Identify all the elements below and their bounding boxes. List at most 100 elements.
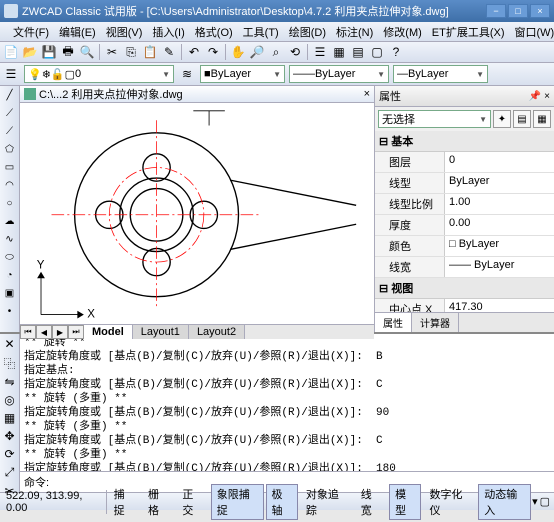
design-center-icon[interactable]: ▦	[330, 43, 348, 61]
prop-lineweight[interactable]: —— ByLayer	[445, 257, 554, 277]
color-combo[interactable]: ■ ByLayer▼	[200, 65, 285, 83]
grid-toggle[interactable]: 栅格	[142, 484, 174, 520]
copy-obj-icon[interactable]: ⿻	[1, 354, 19, 372]
command-history[interactable]: ** 旋转 ** 指定旋转角度或 [基点(B)/复制(C)/放弃(U)/参照(R…	[20, 334, 554, 471]
layer-combo[interactable]: 💡❄🔓▢ 0▼	[24, 65, 174, 83]
menu-draw[interactable]: 绘图(D)	[284, 22, 331, 42]
undo-icon[interactable]: ↶	[185, 43, 203, 61]
menu-format[interactable]: 格式(O)	[190, 22, 238, 42]
prop-linetype[interactable]: ByLayer	[445, 173, 554, 193]
menu-et[interactable]: ET扩展工具(X)	[427, 22, 510, 42]
pline-icon[interactable]: ⟋	[2, 123, 18, 139]
copy-icon[interactable]: ⎘	[122, 43, 140, 61]
canvas[interactable]: X Y	[20, 103, 374, 324]
tab-last[interactable]: ⏭	[68, 325, 84, 339]
line-icon[interactable]: ╱	[2, 87, 18, 103]
paste-icon[interactable]: 📋	[141, 43, 159, 61]
layer-prev-icon[interactable]: ≋	[178, 65, 196, 83]
arc-icon[interactable]: ◠	[2, 177, 18, 193]
doc-close-icon[interactable]: ×	[364, 88, 370, 100]
prop-color[interactable]: □ ByLayer	[445, 236, 554, 256]
zoom-prev-icon[interactable]: ⟲	[286, 43, 304, 61]
tab-next[interactable]: ▶	[52, 325, 68, 339]
pin-icon[interactable]: 📌 ×	[529, 91, 550, 102]
selection-combo[interactable]: 无选择▼	[378, 110, 491, 128]
ellipse-arc-icon[interactable]: ◔	[2, 267, 18, 283]
coordinates[interactable]: 522.09, 313.99, 0.00	[0, 490, 107, 514]
xline-icon[interactable]: ⟋	[2, 105, 18, 121]
prop-ltscale[interactable]: 1.00	[445, 194, 554, 214]
zoom-window-icon[interactable]: ⌕	[267, 43, 285, 61]
print-icon[interactable]: 🖶	[59, 43, 77, 61]
prop-layer[interactable]: 0	[445, 152, 554, 172]
status-tray-icon[interactable]: ▾	[532, 495, 538, 508]
polar-toggle[interactable]: 极轴	[266, 484, 298, 520]
maximize-button[interactable]: □	[508, 4, 528, 18]
open-icon[interactable]: 📂	[21, 43, 39, 61]
cat-basic[interactable]: ⊟基本	[375, 131, 554, 152]
minimize-button[interactable]: −	[486, 4, 506, 18]
pick-add-icon[interactable]: ▤	[513, 110, 531, 128]
circle-icon[interactable]: ○	[2, 195, 18, 211]
properties-icon[interactable]: ☰	[311, 43, 329, 61]
close-button[interactable]: ×	[530, 4, 550, 18]
otrack-toggle[interactable]: 对象追踪	[300, 484, 353, 520]
tab-properties[interactable]: 属性	[375, 313, 412, 332]
mirror-icon[interactable]: ⇋	[1, 374, 19, 390]
save-icon[interactable]: 💾	[40, 43, 58, 61]
menu-insert[interactable]: 插入(I)	[147, 22, 189, 42]
model-toggle[interactable]: 模型	[389, 484, 421, 520]
cat-view[interactable]: ⊟视图	[375, 278, 554, 299]
help-icon[interactable]: ?	[387, 43, 405, 61]
tablet-toggle[interactable]: 数字化仪	[423, 484, 476, 520]
tab-calculator[interactable]: 计算器	[412, 313, 459, 332]
point-icon[interactable]: •	[2, 303, 18, 319]
layer-manager-icon[interactable]: ☰	[2, 65, 20, 83]
lweight-toggle[interactable]: 线宽	[355, 484, 387, 520]
array-icon[interactable]: ▦	[1, 410, 19, 426]
tab-prev[interactable]: ◀	[36, 325, 52, 339]
cut-icon[interactable]: ✂	[103, 43, 121, 61]
menu-dim[interactable]: 标注(N)	[331, 22, 378, 42]
menu-edit[interactable]: 编辑(E)	[54, 22, 101, 42]
rotate-icon[interactable]: ⟳	[1, 446, 19, 462]
offset-icon[interactable]: ◎	[1, 392, 19, 408]
ellipse-icon[interactable]: ⬭	[2, 249, 18, 265]
tab-layout2[interactable]: Layout2	[189, 325, 245, 339]
prop-center-x[interactable]: 417.30	[445, 299, 554, 312]
calculator-icon[interactable]: ▢	[368, 43, 386, 61]
menu-modify[interactable]: 修改(M)	[378, 22, 427, 42]
tab-first[interactable]: ⏮	[20, 325, 36, 339]
spline-icon[interactable]: ∿	[2, 231, 18, 247]
block-icon[interactable]: ▣	[2, 285, 18, 301]
move-icon[interactable]: ✥	[1, 428, 19, 444]
rectangle-icon[interactable]: ▭	[2, 159, 18, 175]
zoom-icon[interactable]: 🔎	[248, 43, 266, 61]
tab-model[interactable]: Model	[84, 325, 133, 339]
redo-icon[interactable]: ↷	[204, 43, 222, 61]
ortho-toggle[interactable]: 正交	[176, 484, 208, 520]
new-icon[interactable]: 📄	[2, 43, 20, 61]
quick-select-icon[interactable]: ✦	[493, 110, 511, 128]
menu-file[interactable]: 文件(F)	[8, 22, 54, 42]
snap-toggle[interactable]: 捕捉	[108, 484, 140, 520]
tool-palette-icon[interactable]: ▤	[349, 43, 367, 61]
scale-icon[interactable]: ⤢	[1, 464, 19, 481]
erase-icon[interactable]: ✕	[1, 336, 19, 352]
match-icon[interactable]: ✎	[160, 43, 178, 61]
dyn-input-toggle[interactable]: 动态输入	[478, 484, 531, 520]
document-tab[interactable]: C:\...2 利用夹点拉伸对象.dwg ×	[20, 86, 374, 103]
linetype-combo[interactable]: —— ByLayer▼	[289, 65, 389, 83]
pan-icon[interactable]: ✋	[229, 43, 247, 61]
revcloud-icon[interactable]: ☁	[2, 213, 18, 229]
tab-layout1[interactable]: Layout1	[133, 325, 189, 339]
prop-thickness[interactable]: 0.00	[445, 215, 554, 235]
menu-view[interactable]: 视图(V)	[101, 22, 148, 42]
lineweight-combo[interactable]: — ByLayer▼	[393, 65, 488, 83]
status-annot-icon[interactable]: ▢	[540, 495, 550, 508]
menu-tools[interactable]: 工具(T)	[238, 22, 284, 42]
polygon-icon[interactable]: ⬠	[2, 141, 18, 157]
preview-icon[interactable]: 🔍	[78, 43, 96, 61]
osnap-toggle[interactable]: 象限捕捉	[211, 484, 264, 520]
menu-window[interactable]: 窗口(W)	[510, 22, 554, 42]
